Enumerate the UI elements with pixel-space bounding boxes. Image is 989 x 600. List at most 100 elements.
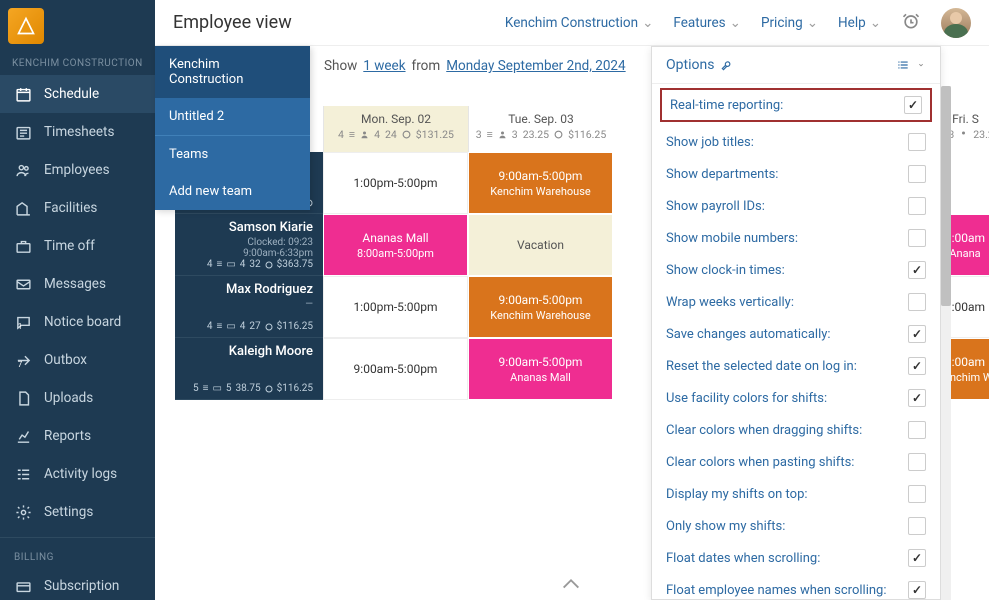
option-row: Show departments: [652,158,940,190]
wrench-icon [720,58,734,72]
shift[interactable]: 9:00am-5:00pm [323,338,468,400]
option-row: Show job titles: [652,126,940,158]
option-checkbox[interactable] [908,197,926,215]
option-checkbox[interactable] [908,133,926,151]
shift[interactable]: 9:00am-5:00pmAnanas Mall [468,338,613,400]
team-current[interactable]: Kenchim Construction [155,46,310,98]
option-checkbox[interactable] [908,357,926,375]
option-checkbox[interactable] [904,96,922,114]
option-label: Float employee names when scrolling: [666,583,908,598]
company-name: KENCHIM CONSTRUCTION [0,52,155,75]
option-label: Show payroll IDs: [666,199,908,214]
option-checkbox[interactable] [908,421,926,439]
option-checkbox[interactable] [908,165,926,183]
option-label: Display my shifts on top: [666,487,908,502]
nav-reports[interactable]: Reports [0,417,155,455]
option-checkbox[interactable] [908,517,926,535]
nav-outbox[interactable]: 7 Outbox [0,341,155,379]
option-row: Clear colors when dragging shifts: [652,414,940,446]
nav-timeoff[interactable]: Time off [0,227,155,265]
option-checkbox[interactable] [908,453,926,471]
nav-subscription[interactable]: Subscription [0,567,155,600]
card-icon [14,577,32,595]
header-company-dropdown[interactable]: Kenchim Construction⌄ [505,15,653,31]
shift[interactable]: 9:00am-5:00pmKenchim Warehouse [468,152,613,214]
team-item[interactable]: Untitled 2 [155,98,310,135]
nav-uploads[interactable]: Uploads [0,379,155,417]
option-checkbox[interactable] [908,581,926,599]
option-row: Save changes automatically: [652,318,940,350]
nav-label: Timesheets [44,124,114,140]
option-label: Show job titles: [666,135,908,150]
employee-row[interactable]: Max Rodriguez — 4≡ ▭4 27 $116.25 [175,276,323,338]
option-row: Float dates when scrolling: [652,542,940,574]
nav-settings[interactable]: Settings [0,493,155,531]
shift[interactable]: 1:00pm-5:00pm [323,276,468,338]
option-row: Show payroll IDs: [652,190,940,222]
header-features[interactable]: Features⌄ [673,15,741,31]
option-checkbox[interactable] [908,325,926,343]
header-pricing[interactable]: Pricing⌄ [761,15,818,31]
option-row: Use facility colors for shifts: [652,382,940,414]
option-row: Float employee names when scrolling: [652,574,940,600]
shift[interactable]: Ananas Mall8:00am-5:00pm [323,214,468,276]
chat-icon: 1 [14,313,32,331]
date-header[interactable]: Tue. Sep. 03 [469,106,613,128]
list-view-icon[interactable] [896,58,910,72]
option-label: Show clock-in times: [666,263,908,278]
briefcase-icon [14,237,32,255]
billing-section: BILLING [0,538,155,567]
alarm-icon[interactable] [901,11,921,35]
option-row: Display my shifts on top: [652,478,940,510]
app-logo[interactable] [8,8,44,44]
chevron-icon[interactable] [916,58,926,72]
nav-label: Settings [44,504,93,520]
add-team[interactable]: Add new team [155,173,310,210]
option-row: Reset the selected date on log in: [652,350,940,382]
file-icon [14,389,32,407]
option-checkbox[interactable] [908,261,926,279]
nav-messages[interactable]: Messages [0,265,155,303]
nav-activity[interactable]: Activity logs [0,455,155,493]
period-select[interactable]: 1 week [363,58,405,74]
nav-facilities[interactable]: Facilities [0,189,155,227]
option-row: Wrap weeks vertically: [652,286,940,318]
date-stats: 3≡ 3 23.25 $116.25 [469,128,613,147]
nav-timesheets[interactable]: Timesheets [0,113,155,151]
send-icon: 7 [14,351,32,369]
mail-icon [14,275,32,293]
option-checkbox[interactable] [908,229,926,247]
option-checkbox[interactable] [908,389,926,407]
nav-label: Reports [44,428,91,444]
option-label: Only show my shifts: [666,519,908,534]
shift[interactable]: 9:00am-5:00pmKenchim Warehouse [468,276,613,338]
option-checkbox[interactable] [908,549,926,567]
option-row: Clear colors when pasting shifts: [652,446,940,478]
shift[interactable]: Vacation [468,214,613,276]
shift[interactable]: 1:00pm-5:00pm [323,152,468,214]
expand-up-icon[interactable] [560,576,582,594]
nav-schedule[interactable]: Schedule [0,75,155,113]
page-title: Employee view [173,12,292,33]
nav-label: Time off [44,238,95,254]
employee-row[interactable]: Samson Kiarie Clocked: 09:23 9:00am-6:33… [175,214,323,276]
nav-employees[interactable]: Employees [0,151,155,189]
option-label: Wrap weeks vertically: [666,295,908,310]
options-title: Options [666,57,714,73]
nav-label: Messages [44,276,106,292]
option-checkbox[interactable] [908,485,926,503]
list-icon [14,465,32,483]
option-row: Real-time reporting: [660,88,932,122]
option-label: Float dates when scrolling: [666,551,908,566]
user-avatar[interactable] [941,8,971,38]
nav-noticeboard[interactable]: 1 Notice board [0,303,155,341]
show-label: Show [324,58,357,74]
option-checkbox[interactable] [908,293,926,311]
date-header[interactable]: Mon. Sep. 02 [324,106,468,128]
employee-row[interactable]: Kaleigh Moore 5≡ ▭5 38.75 $116.25 [175,338,323,400]
nav-label: Notice board [44,314,121,330]
header-help[interactable]: Help⌄ [838,15,881,31]
date-select[interactable]: Monday September 2nd, 2024 [446,58,625,74]
users-icon [14,161,32,179]
scrollbar[interactable] [941,86,951,600]
